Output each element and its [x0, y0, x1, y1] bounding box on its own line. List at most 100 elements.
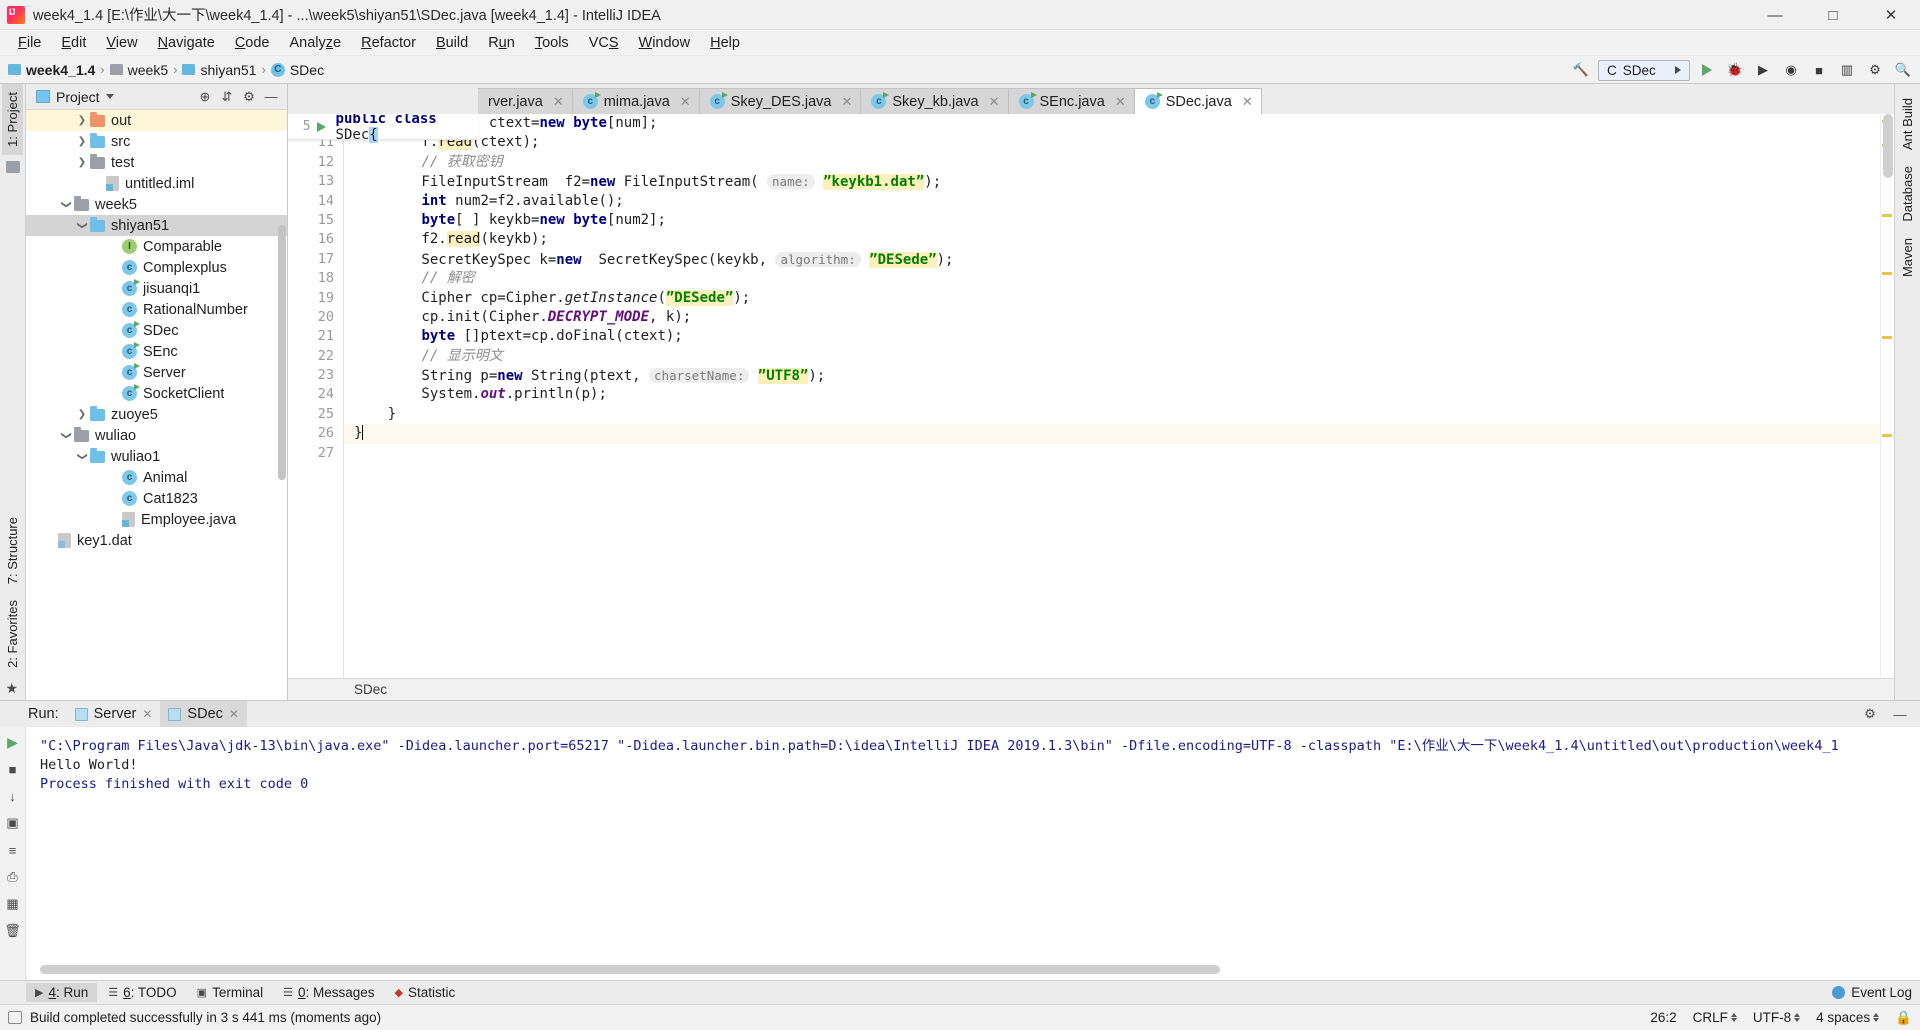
hammer-build-icon[interactable]: 🔨: [1570, 59, 1592, 81]
chevron-down-icon[interactable]: [105, 94, 114, 99]
gutter-line-number[interactable]: 24: [288, 385, 343, 404]
bottom-tab-run[interactable]: ▶ 4: Run: [26, 983, 98, 1002]
soft-wrap-icon[interactable]: ≡: [4, 841, 22, 859]
structure-icon[interactable]: [5, 160, 20, 173]
editor-tab-senc-java[interactable]: c SEnc.java ✕: [1008, 88, 1135, 114]
line-separator-selector[interactable]: CRLF: [1693, 1010, 1737, 1025]
menu-build[interactable]: Build: [426, 32, 478, 54]
code-line[interactable]: cp.init(Cipher.DECRYPT_MODE, k);: [344, 308, 1880, 327]
run-gutter-icon[interactable]: [316, 121, 326, 132]
close-icon[interactable]: ✕: [680, 94, 691, 110]
run-console-output[interactable]: "C:\Program Files\Java\jdk-13\bin\java.e…: [26, 727, 1920, 980]
code-line[interactable]: // 解密: [344, 269, 1880, 288]
chevron-right-icon[interactable]: [74, 157, 90, 168]
gutter-line-number[interactable]: 14: [288, 192, 343, 211]
menu-edit[interactable]: Edit: [51, 32, 96, 54]
sidebar-item-maven[interactable]: Maven: [1897, 230, 1918, 285]
bottom-tab-todo[interactable]: ☰ 6: TODO: [99, 983, 185, 1002]
target-locate-icon[interactable]: ⊕: [195, 87, 215, 107]
sidebar-item-structure[interactable]: 7: Structure: [2, 509, 23, 592]
tree-node-src[interactable]: src: [26, 131, 287, 152]
tree-node-shiyan51[interactable]: shiyan51: [26, 215, 287, 236]
tree-node-key1-dat[interactable]: key1.dat: [26, 530, 287, 551]
gutter-line-number[interactable]: 21: [288, 327, 343, 346]
code-line[interactable]: }: [344, 424, 1880, 444]
gutter-line-number[interactable]: 17: [288, 250, 343, 269]
editor-tab-mima-java[interactable]: c mima.java ✕: [572, 88, 700, 114]
code-line[interactable]: int num2=f2.available();: [344, 192, 1880, 211]
tree-node-untitled-iml[interactable]: untitled.iml: [26, 173, 287, 194]
gutter-line-number[interactable]: 23: [288, 366, 343, 385]
tree-node-comparable[interactable]: I Comparable: [26, 236, 287, 257]
close-icon[interactable]: ✕: [989, 94, 1000, 110]
gutter-line-number[interactable]: 25: [288, 405, 343, 424]
print-icon[interactable]: ⎙: [4, 868, 22, 886]
close-icon[interactable]: ✕: [1115, 94, 1126, 110]
camera-icon[interactable]: ▣: [4, 814, 22, 832]
tree-node-test[interactable]: test: [26, 152, 287, 173]
close-icon[interactable]: ✕: [229, 707, 239, 721]
tree-node-senc[interactable]: c SEnc: [26, 341, 287, 362]
close-button[interactable]: ✕: [1862, 0, 1920, 30]
settings-icon[interactable]: ⚙: [1864, 59, 1886, 81]
gutter-line-number[interactable]: 13: [288, 172, 343, 191]
run-tab-sdec[interactable]: SDec ✕: [160, 701, 247, 727]
sidebar-item-project[interactable]: 1: Project: [2, 84, 23, 155]
gutter-line-number[interactable]: 22: [288, 347, 343, 366]
menu-vcs[interactable]: VCS: [579, 32, 629, 54]
editor-tab-rver-java[interactable]: crver.java✕: [478, 88, 573, 114]
trash-icon[interactable]: 🗑: [4, 922, 22, 940]
encoding-selector[interactable]: UTF-8: [1753, 1010, 1801, 1025]
gutter-line-number[interactable]: 18: [288, 269, 343, 288]
run-configuration-selector[interactable]: C SDec: [1598, 59, 1690, 81]
gutter-line-number[interactable]: 19: [288, 289, 343, 308]
code-line[interactable]: SecretKeySpec k=new SecretKeySpec(keykb,…: [344, 250, 1880, 269]
console-hscrollbar[interactable]: [40, 965, 1220, 974]
editor-tab-skey-des-java[interactable]: c Skey_DES.java ✕: [699, 88, 862, 114]
code-line[interactable]: Cipher cp=Cipher.getInstance(”DESede”);: [344, 289, 1880, 308]
bottom-tab-terminal[interactable]: ▣ Terminal: [188, 983, 272, 1002]
menu-help[interactable]: Help: [700, 32, 750, 54]
chevron-right-icon[interactable]: [74, 409, 90, 420]
run-coverage-icon[interactable]: ▶: [1752, 59, 1774, 81]
warning-marker[interactable]: [1882, 272, 1892, 275]
code-line[interactable]: FileInputStream f2=new FileInputStream( …: [344, 172, 1880, 191]
code-line[interactable]: }: [344, 405, 1880, 424]
bottom-tab-messages[interactable]: ☰ 0: Messages: [274, 983, 383, 1002]
code-line[interactable]: // 获取密钥: [344, 153, 1880, 172]
breadcrumb-project[interactable]: week4_1.4: [6, 62, 97, 78]
chevron-down-icon[interactable]: [74, 220, 90, 231]
gutter-line-number[interactable]: 15: [288, 211, 343, 230]
gear-icon[interactable]: ⚙: [239, 87, 259, 107]
menu-run[interactable]: Run: [478, 32, 525, 54]
tree-node-animal[interactable]: c Animal: [26, 467, 287, 488]
gutter-line-number[interactable]: 26: [288, 424, 343, 443]
caret-position[interactable]: 26:2: [1650, 1010, 1676, 1025]
tree-node-out[interactable]: out: [26, 110, 287, 131]
tree-node-week5[interactable]: week5: [26, 194, 287, 215]
layout-icon[interactable]: ▥: [1836, 59, 1858, 81]
editor-area[interactable]: 101112131415161718192021222324252627 byt…: [288, 114, 1894, 678]
tree-node-sdec[interactable]: c SDec: [26, 320, 287, 341]
tree-node-wuliao[interactable]: wuliao: [26, 425, 287, 446]
stop-icon[interactable]: ■: [4, 760, 22, 778]
code-line[interactable]: byte[ ] keykb=new byte[num2];: [344, 211, 1880, 230]
code-line[interactable]: byte[ ] ctext=new byte[num];: [344, 114, 1880, 133]
code-line[interactable]: f.read(ctext);: [344, 133, 1880, 152]
editor-scrollbar[interactable]: [1883, 114, 1893, 178]
code-line[interactable]: String p=new String(ptext, charsetName: …: [344, 366, 1880, 385]
close-icon[interactable]: ✕: [1242, 94, 1253, 110]
chevron-down-icon[interactable]: [58, 199, 74, 210]
indent-selector[interactable]: 4 spaces: [1816, 1010, 1880, 1025]
chevron-right-icon[interactable]: [74, 115, 90, 126]
gutter-line-number[interactable]: 20: [288, 308, 343, 327]
gutter-line-number[interactable]: 16: [288, 230, 343, 249]
close-icon[interactable]: ✕: [841, 94, 852, 110]
warning-marker[interactable]: [1882, 214, 1892, 217]
sidebar-item-favorites[interactable]: 2: Favorites: [2, 592, 23, 676]
tree-node-employee-java[interactable]: Employee.java: [26, 509, 287, 530]
breadcrumb-week5[interactable]: week5: [108, 62, 170, 78]
menu-analyze[interactable]: Analyze: [280, 32, 352, 54]
project-tree[interactable]: out src test untitled.iml week5 shiyan51 I Comp…: [26, 110, 287, 700]
search-icon[interactable]: 🔍: [1892, 59, 1914, 81]
